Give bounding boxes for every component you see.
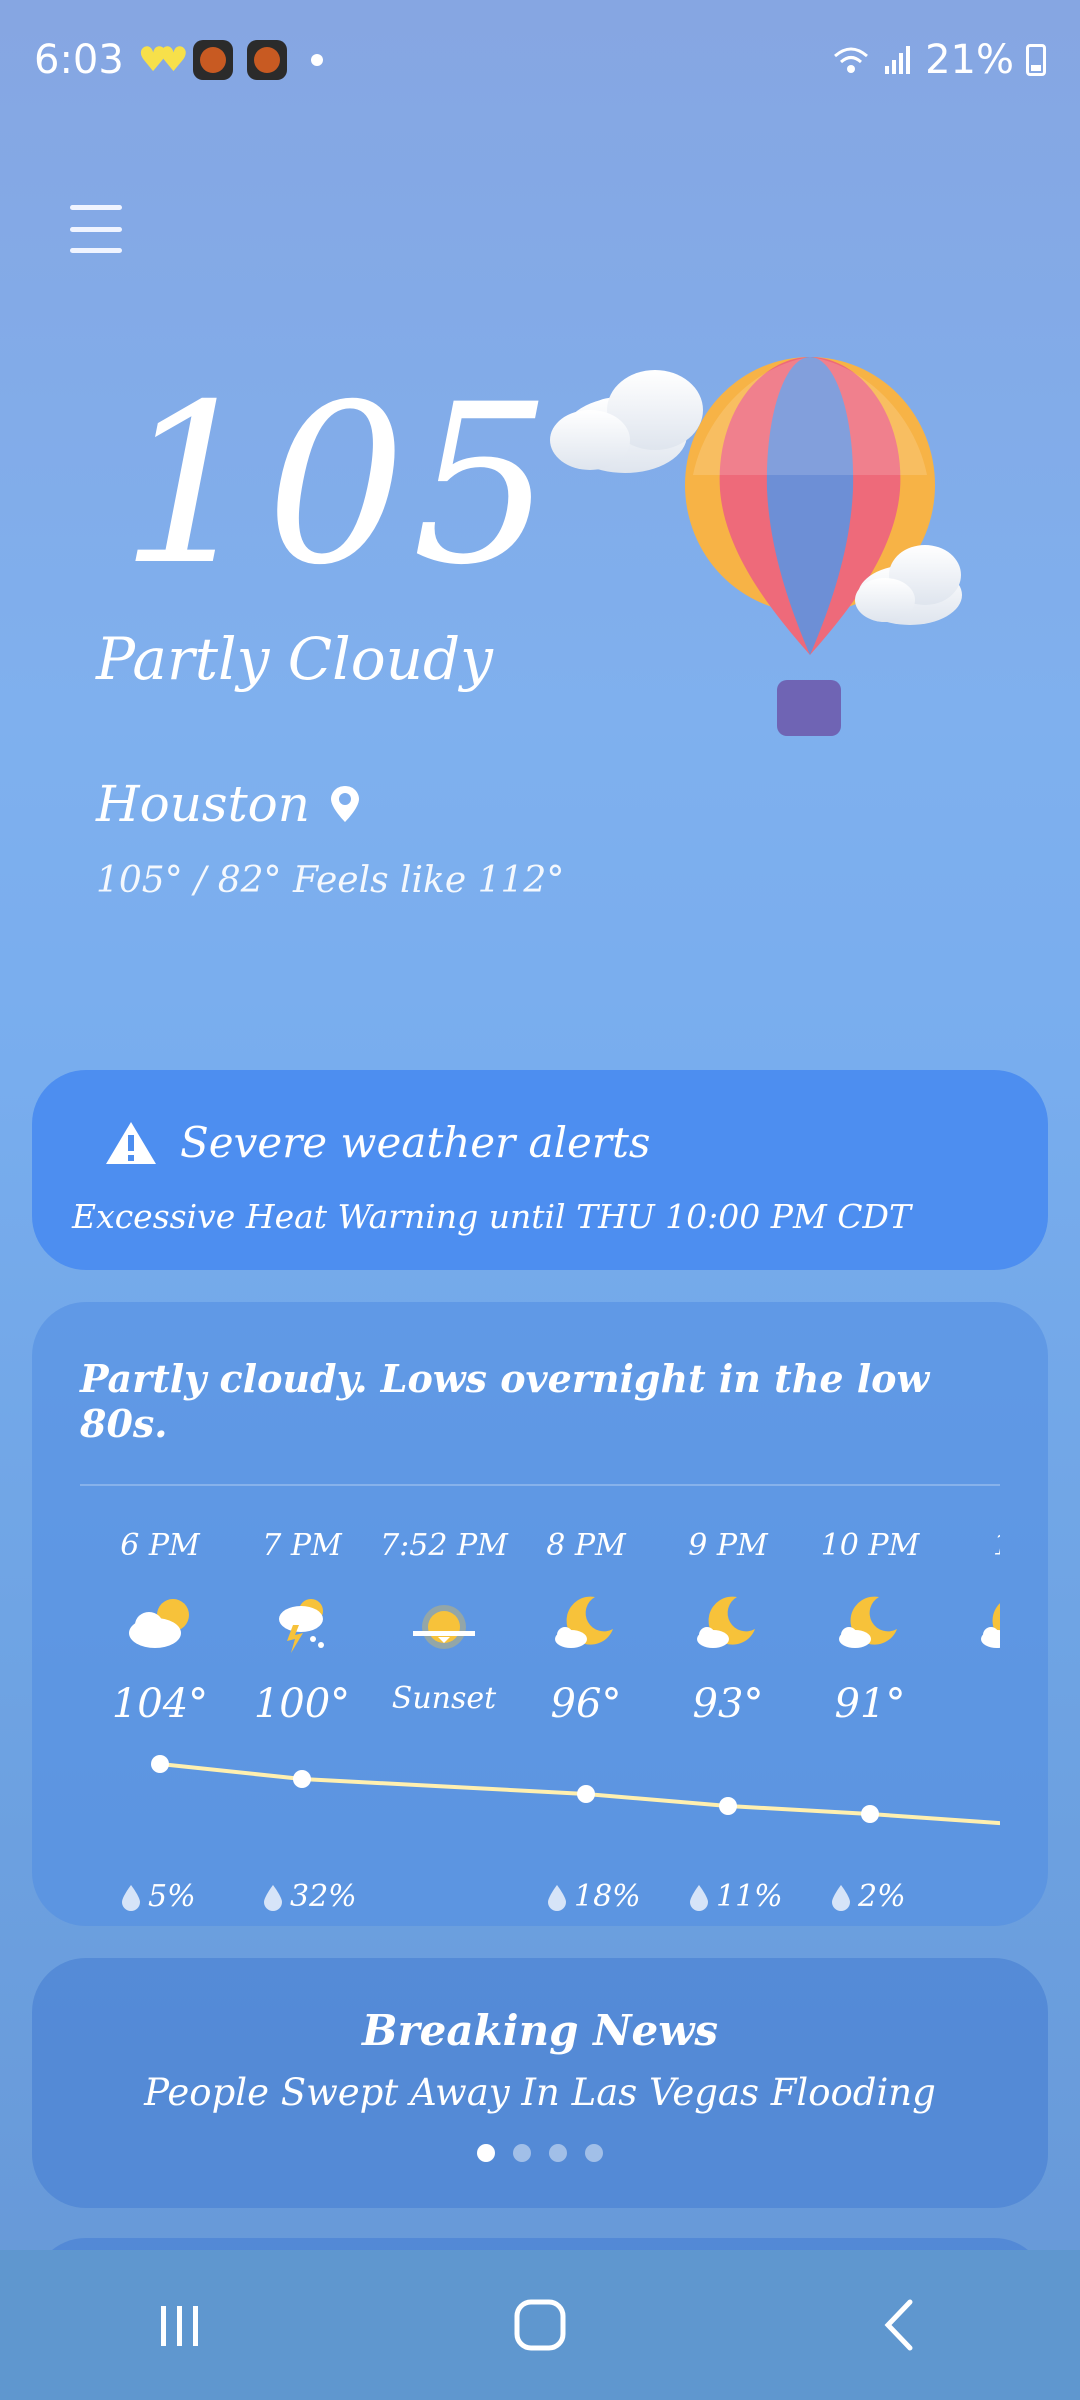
- pager-dot[interactable]: [513, 2144, 531, 2162]
- status-time: 6:03: [34, 37, 124, 83]
- balloon-illustration: [550, 357, 962, 736]
- severe-weather-alert-card[interactable]: Severe weather alerts Excessive Heat War…: [32, 1070, 1048, 1270]
- pager-dot[interactable]: [585, 2144, 603, 2162]
- navigation-bar: [0, 2250, 1080, 2400]
- status-bar: 6:03 ♥♥ 21%: [0, 0, 1080, 120]
- status-left: 6:03 ♥♥: [34, 37, 323, 83]
- alert-text: Excessive Heat Warning until THU 10:00 P…: [72, 1197, 911, 1236]
- trend-point: [719, 1797, 737, 1815]
- app-badge-icon: [192, 40, 233, 80]
- home-button[interactable]: [480, 2285, 600, 2365]
- hi-lo-feels-like: 105° / 82° Feels like 112°: [96, 860, 565, 901]
- app-badge-icon: [246, 40, 287, 80]
- breaking-news-card[interactable]: Breaking News People Swept Away In Las V…: [32, 1958, 1048, 2208]
- balloon-icon: [685, 357, 935, 736]
- location-name: Houston: [96, 775, 310, 833]
- pager-dot[interactable]: [477, 2144, 495, 2162]
- news-title: Breaking News: [361, 2006, 719, 2055]
- trend-point: [861, 1805, 879, 1823]
- location-pin-icon: [330, 786, 359, 822]
- forecast-summary: Partly cloudy. Lows overnight in the low…: [80, 1356, 930, 1446]
- back-button[interactable]: [840, 2285, 960, 2365]
- cloud-icon: [550, 370, 703, 473]
- trend-point: [151, 1755, 169, 1773]
- alert-header: Severe weather alerts: [104, 1118, 976, 1167]
- news-pager[interactable]: [32, 2144, 1048, 2162]
- pager-dot[interactable]: [549, 2144, 567, 2162]
- trend-point: [577, 1785, 595, 1803]
- home-icon: [514, 2299, 566, 2351]
- signal-icon: [885, 46, 911, 74]
- recent-apps-button[interactable]: [120, 2285, 240, 2365]
- status-right: 21%: [831, 37, 1046, 83]
- hourly-forecast-list[interactable]: 6 PM 104° 5% 7 PM 100° 32% 7:52 PM Sunset 8 PM 96…: [80, 1486, 1000, 1966]
- alert-title: Severe weather alerts: [180, 1118, 651, 1167]
- menu-icon[interactable]: [70, 205, 122, 253]
- wifi-icon: [834, 47, 869, 73]
- hearts-icon: ♥♥: [137, 40, 189, 80]
- back-icon: [884, 2299, 913, 2351]
- news-headline[interactable]: People Swept Away In Las Vegas Flooding: [32, 2071, 1048, 2114]
- location[interactable]: Houston: [96, 775, 362, 833]
- current-condition: Partly Cloudy: [96, 625, 493, 693]
- notification-dot: [310, 54, 323, 66]
- battery-percent: 21%: [925, 37, 1014, 83]
- warning-icon: [106, 1121, 156, 1164]
- hourly-forecast-card[interactable]: Partly cloudy. Lows overnight in the low…: [32, 1302, 1048, 1926]
- battery-icon: [1026, 44, 1046, 76]
- trend-point: [293, 1770, 311, 1788]
- recent-apps-icon: [161, 2306, 198, 2346]
- temperature-trend-line: [151, 1755, 1000, 1826]
